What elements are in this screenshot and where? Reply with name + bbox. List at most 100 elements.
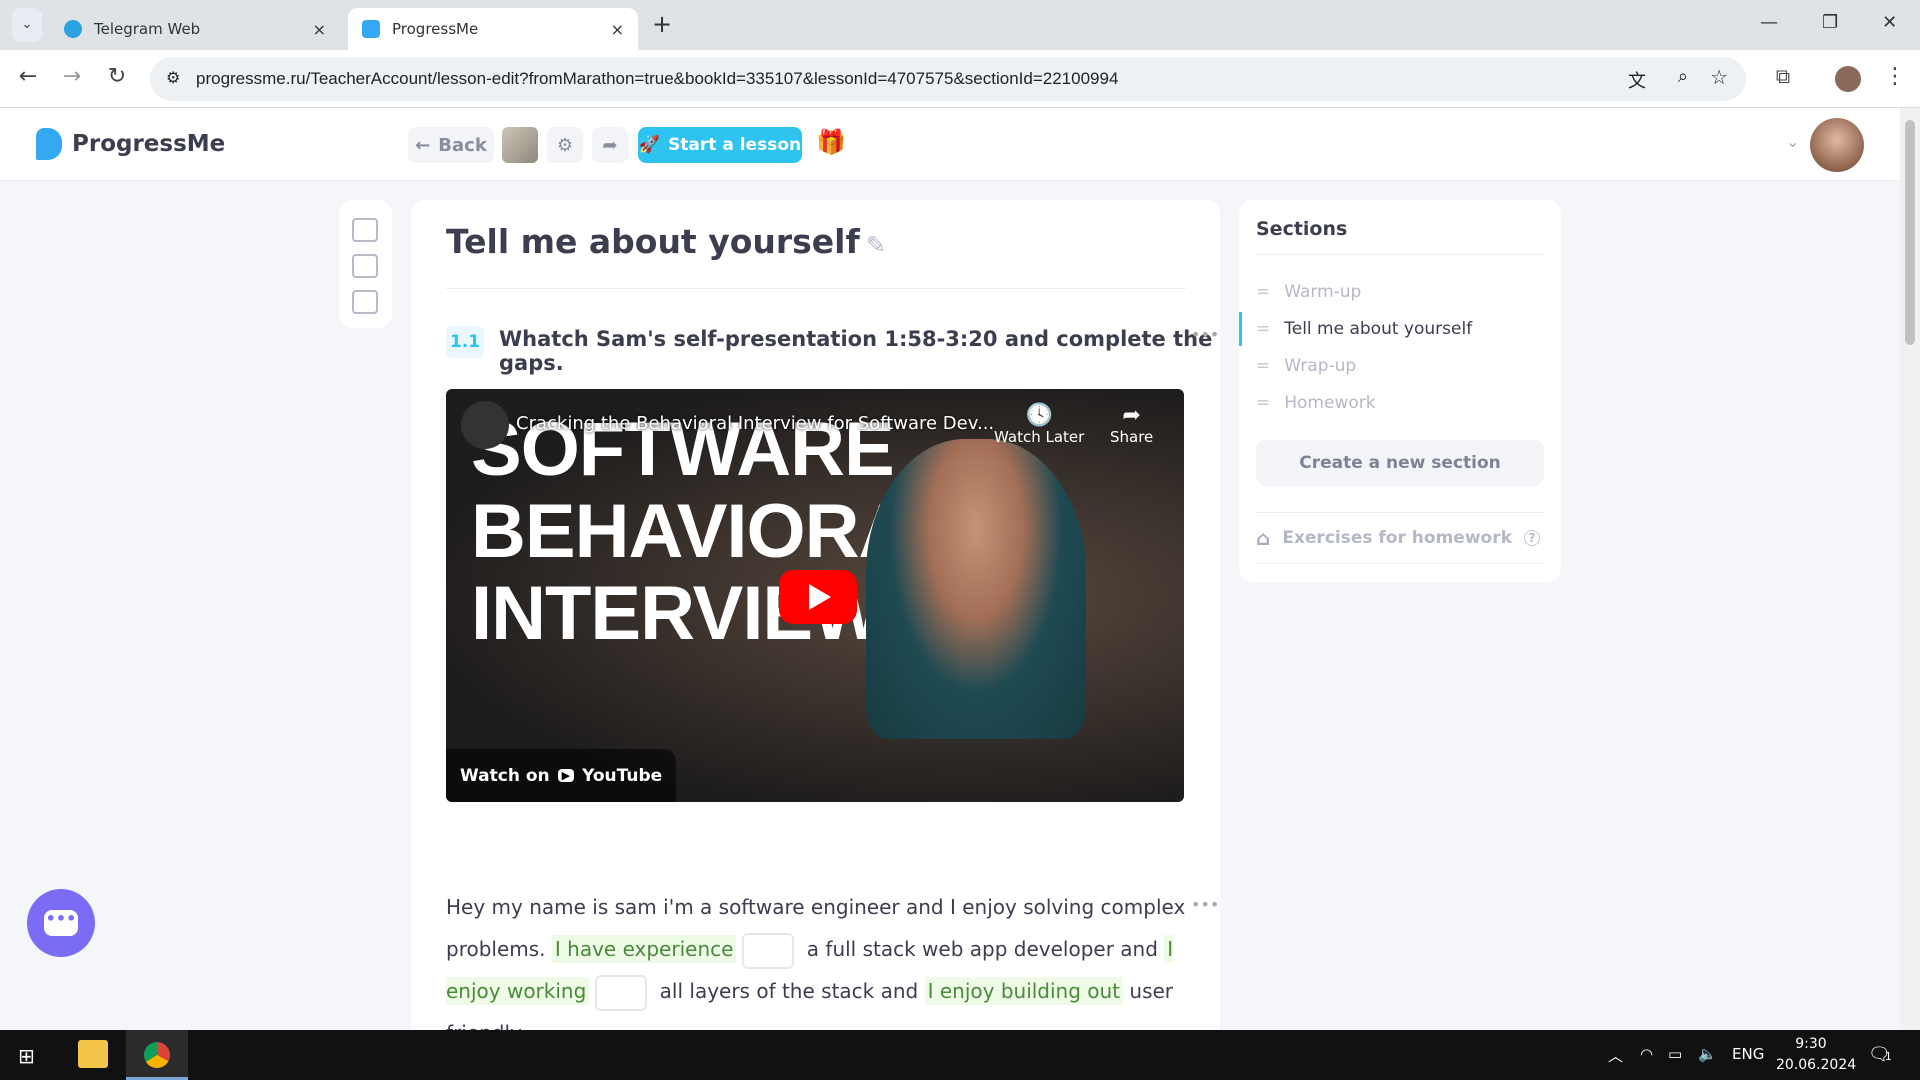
video-title[interactable]: Cracking the Behavioral Interview for So… [516, 413, 994, 434]
reload-icon[interactable]: ↻ [102, 64, 132, 89]
section-item-tell-me-about-yourself[interactable]: = Tell me about yourself [1256, 314, 1472, 344]
youtube-logo-icon: ▶ [557, 769, 575, 782]
windows-start-icon[interactable]: ⊞ [18, 1044, 35, 1068]
sections-heading: Sections [1256, 218, 1348, 240]
close-tab-icon[interactable]: × [611, 20, 624, 39]
drag-handle-icon[interactable]: = [1256, 282, 1270, 302]
active-section-indicator [1239, 312, 1242, 346]
chrome-taskbar-button[interactable] [126, 1030, 188, 1080]
volume-icon[interactable]: 🔈 [1698, 1045, 1717, 1063]
homework-label: Exercises for homework [1282, 528, 1512, 548]
gear-icon: ⚙ [556, 134, 574, 156]
text-segment: all layers of the stack and [653, 979, 925, 1003]
language-indicator[interactable]: ENG [1732, 1045, 1764, 1063]
gap-input[interactable] [595, 974, 648, 1011]
help-icon[interactable]: ? [1523, 530, 1540, 546]
channel-avatar[interactable] [461, 401, 509, 449]
share-label: Share [1110, 428, 1154, 446]
start-lesson-label: Start a lesson [668, 135, 802, 155]
section-item-wrap-up[interactable]: = Wrap-up [1256, 351, 1356, 381]
watch-later-button[interactable]: 🕓 Watch Later [994, 403, 1084, 446]
back-nav-icon[interactable]: ← [13, 64, 43, 89]
zoom-icon[interactable]: ⌕ [1678, 66, 1688, 87]
edit-pencil-icon[interactable]: ✎ [866, 231, 886, 259]
tab-list-dropdown[interactable]: ⌄ [12, 8, 42, 42]
progressme-icon [362, 20, 380, 38]
lesson-content: Tell me about yourself ✎ 1.1 Whatch Sam's… [411, 200, 1220, 1080]
start-lesson-button[interactable]: 🚀 Start a lesson [638, 127, 802, 163]
new-tab-button[interactable]: + [652, 10, 672, 38]
clock-time: 9:30 [1795, 1036, 1827, 1052]
drag-handle-icon[interactable]: = [1256, 393, 1270, 413]
clock[interactable]: 9:30 20.06.2024 [1776, 1034, 1856, 1076]
home-icon: ⌂ [1256, 526, 1271, 550]
share-button[interactable]: ➦ [592, 127, 628, 163]
share-icon: ➦ [1122, 403, 1141, 428]
close-tab-icon[interactable]: × [313, 20, 326, 39]
browser-menu-icon[interactable]: ⋮ [1880, 64, 1910, 89]
youtube-video[interactable]: SOFTWARE BEHAVIORAL INTERVIEW Cracking t… [446, 389, 1184, 802]
scrollbar-thumb[interactable] [1905, 120, 1915, 345]
tab-telegram-web[interactable]: Telegram Web × [50, 8, 340, 50]
watch-later-label: Watch Later [994, 428, 1085, 446]
notifications-icon[interactable]: 🗨1 [1868, 1044, 1892, 1065]
tray-chevron-icon[interactable]: ︿ [1608, 1045, 1623, 1066]
create-section-button[interactable]: Create a new section [1256, 440, 1544, 486]
exercise-menu-icon[interactable]: ••• [1191, 327, 1219, 350]
extensions-icon[interactable]: ⧉ [1768, 64, 1798, 88]
text-segment: a full stack web app developer and [800, 937, 1165, 961]
tab-label: Telegram Web [94, 20, 201, 38]
settings-button[interactable]: ⚙ [547, 127, 583, 163]
exercises-for-homework-link[interactable]: ⌂ Exercises for homework? [1256, 512, 1544, 564]
lesson-cover-thumbnail[interactable] [502, 127, 538, 163]
tools-panel [339, 200, 392, 328]
minimize-icon[interactable]: — [1760, 12, 1778, 33]
tab-progressme[interactable]: ProgressMe × [348, 8, 638, 50]
translate-icon[interactable]: 文 [1628, 67, 1646, 93]
wifi-icon[interactable]: ◠ [1640, 1045, 1653, 1063]
page-scrollbar[interactable] [1900, 108, 1920, 1030]
watch-on-youtube-link[interactable]: Watch on ▶ YouTube [446, 749, 677, 802]
highlighted-phrase: I have experience [551, 935, 737, 963]
windows-taskbar: ⊞ ︿ ◠ ▭ 🔈 ENG 9:30 20.06.2024 🗨1 [0, 1030, 1920, 1080]
lesson-title: Tell me about yourself ✎ [446, 222, 886, 261]
back-button[interactable]: ← Back [408, 127, 494, 163]
section-label: Homework [1284, 393, 1376, 413]
file-explorer-icon[interactable] [78, 1040, 108, 1068]
logo[interactable]: ProgressMe [36, 128, 225, 160]
restore-icon[interactable]: ❐ [1822, 12, 1838, 33]
close-window-icon[interactable]: ✕ [1882, 12, 1897, 33]
share-video-button[interactable]: ➦ Share [1110, 403, 1153, 446]
battery-icon[interactable]: ▭ [1668, 1045, 1682, 1063]
user-avatar[interactable] [1810, 118, 1864, 172]
translate-tool-icon[interactable] [352, 254, 378, 278]
exercise-number: 1.1 [446, 326, 484, 358]
chat-button[interactable]: ••• [27, 889, 95, 957]
bookmark-star-icon[interactable]: ☆ [1710, 65, 1728, 90]
section-label: Wrap-up [1284, 356, 1357, 376]
drag-handle-icon[interactable]: = [1256, 356, 1270, 376]
text-block-menu-icon[interactable]: ••• [1191, 897, 1219, 920]
section-item-warm-up[interactable]: = Warm-up [1256, 277, 1361, 307]
site-settings-icon[interactable]: ⚙ [166, 68, 180, 88]
drag-handle-icon[interactable]: = [1256, 319, 1270, 339]
rocket-icon: 🚀 [638, 135, 661, 155]
url-text: progressme.ru/TeacherAccount/lesson-edit… [196, 69, 1119, 88]
sections-panel: Sections = Warm-up = Tell me about yoursel… [1239, 200, 1561, 582]
notification-count: 1 [1884, 1050, 1892, 1063]
notes-icon[interactable] [352, 290, 378, 314]
profile-avatar[interactable] [1835, 66, 1861, 92]
logo-text: ProgressMe [72, 131, 226, 157]
section-label: Warm-up [1284, 282, 1362, 302]
play-button[interactable] [779, 570, 857, 624]
comment-icon[interactable] [352, 218, 378, 242]
forward-nav-icon[interactable]: → [57, 64, 87, 89]
gap-input[interactable] [742, 932, 795, 969]
section-item-homework[interactable]: = Homework [1256, 388, 1376, 418]
section-label: Tell me about yourself [1284, 319, 1473, 339]
chevron-down-icon[interactable]: ⌄ [1786, 132, 1799, 151]
gift-icon[interactable]: 🎁 [816, 128, 846, 156]
url-input[interactable]: ⚙ progressme.ru/TeacherAccount/lesson-ed… [150, 57, 1746, 101]
logo-icon [36, 128, 62, 160]
divider [446, 288, 1186, 289]
